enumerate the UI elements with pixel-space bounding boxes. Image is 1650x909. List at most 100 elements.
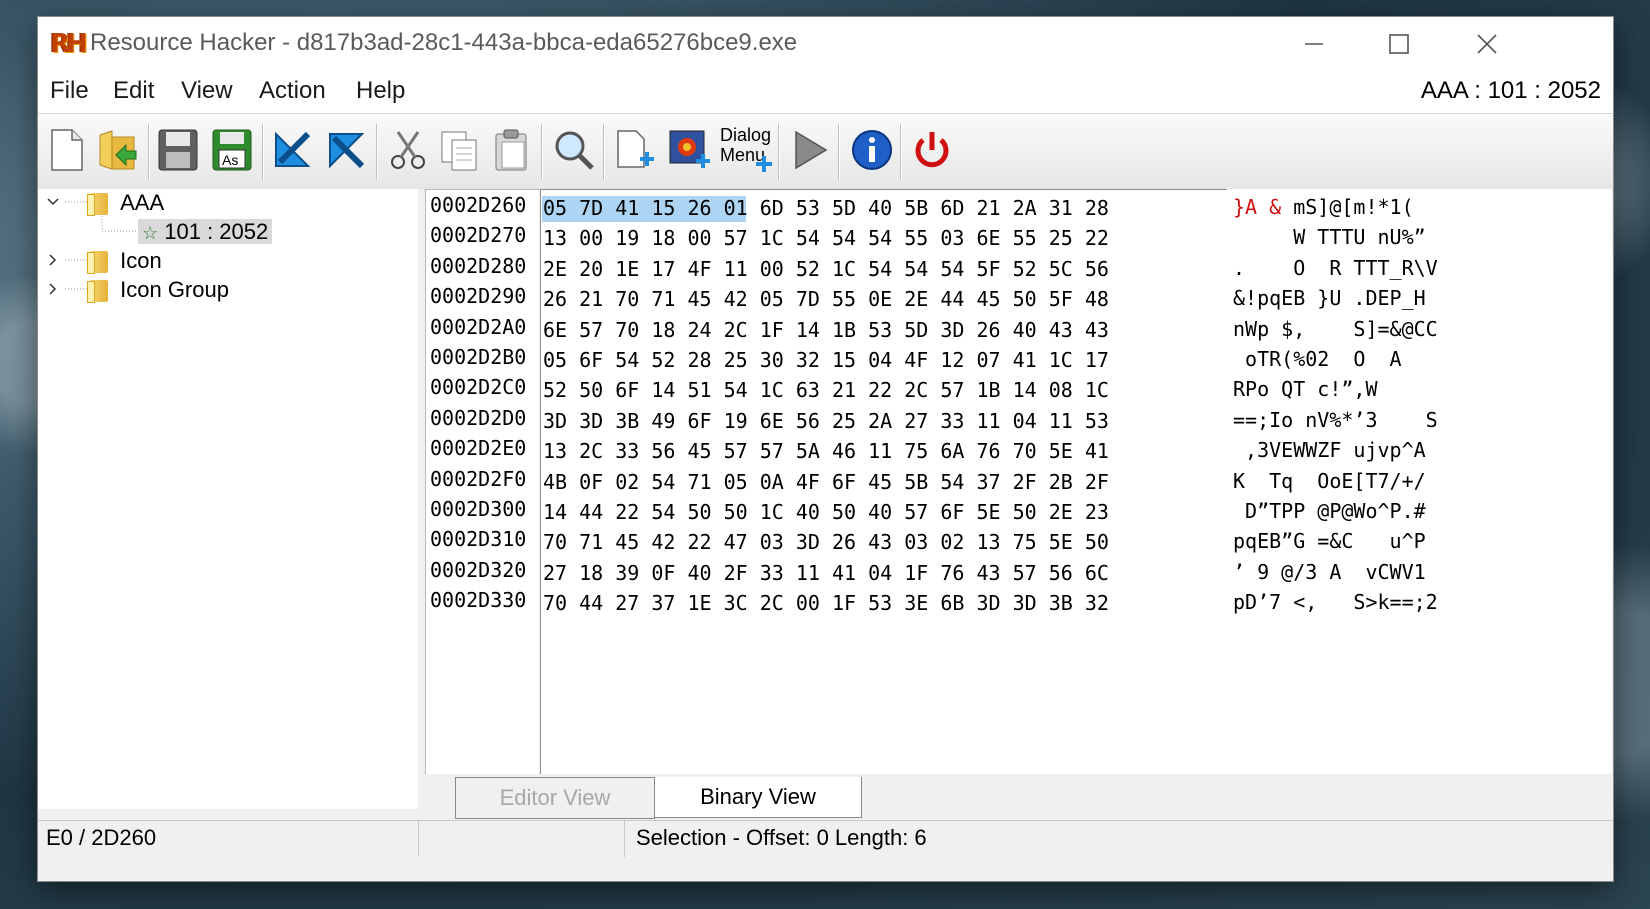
view-tabs: Editor View Binary View: [425, 774, 1612, 820]
power-button[interactable]: [906, 124, 958, 176]
hex-view[interactable]: 05 7D 41 15 26 01 6D 53 5D 40 5B 6D 21 2…: [540, 189, 1228, 776]
forward-arrow-icon: [329, 133, 365, 169]
offset-cell: 0002D2F0: [430, 466, 527, 491]
hex-row[interactable]: 13 2C 33 56 45 57 57 5A 46 11 75 6A 76 7…: [543, 436, 1109, 466]
open-button[interactable]: [92, 124, 144, 176]
dialog-menu-icon: Dialog Menu: [716, 124, 774, 176]
close-button[interactable]: [1441, 17, 1533, 71]
hex-row[interactable]: 70 71 45 42 22 47 03 3D 26 43 03 02 13 7…: [543, 527, 1109, 557]
plus-icon: [756, 156, 772, 172]
menu-view[interactable]: View: [181, 77, 233, 105]
info-button[interactable]: [846, 124, 898, 176]
toolbar: As Dialog Menu: [38, 113, 1613, 191]
ascii-line: RPo QT c!”,W: [1233, 377, 1378, 402]
back-button[interactable]: [266, 124, 318, 176]
hex-row[interactable]: 52 50 6F 14 51 54 1C 63 21 22 2C 57 1B 1…: [543, 375, 1109, 405]
copy-button[interactable]: [434, 124, 486, 176]
maximize-button[interactable]: [1353, 17, 1445, 71]
toolbar-separator: [900, 124, 901, 180]
menu-file[interactable]: File: [50, 77, 89, 105]
menu-action[interactable]: Action: [259, 77, 326, 105]
tree-item-101-2052[interactable]: ☆ 101 : 2052: [138, 218, 273, 246]
add-image-icon: [669, 130, 710, 168]
menu-bar: File Edit View Action Help AAA : 101 : 2…: [38, 71, 1613, 113]
power-icon: [915, 132, 949, 168]
hex-row[interactable]: 05 7D 41 15 26 01 6D 53 5D 40 5B 6D 21 2…: [543, 193, 1109, 223]
offset-cell: 0002D330: [430, 588, 527, 613]
toolbar-separator: [148, 124, 149, 180]
offset-cell: 0002D2D0: [430, 405, 527, 430]
hex-row[interactable]: 6E 57 70 18 24 2C 1F 14 1B 53 5D 3D 26 4…: [543, 315, 1109, 345]
toolbar-separator: [778, 124, 779, 180]
offset-cell: 0002D320: [430, 557, 527, 582]
status-bar: E0 / 2D260 Selection - Offset: 0 Length:…: [38, 820, 1613, 857]
tree-item-label: 101 : 2052: [164, 219, 269, 244]
app-window: RH Resource Hacker - d817b3ad-28c1-443a-…: [37, 16, 1614, 882]
hex-row[interactable]: 3D 3D 3B 49 6F 19 6E 56 25 2A 27 33 11 0…: [543, 406, 1109, 436]
offset-cell: 0002D260: [430, 193, 527, 217]
save-icon: [158, 129, 198, 171]
dialog-menu-button[interactable]: Dialog Menu: [716, 124, 774, 176]
toolbar-separator: [262, 124, 263, 180]
menu-help[interactable]: Help: [356, 77, 405, 105]
resource-tree: AAA ☆ 101 : 2052 Icon Icon Group: [38, 189, 419, 809]
hex-row[interactable]: 70 44 27 37 1E 3C 2C 00 1F 53 3E 6B 3D 3…: [543, 588, 1109, 618]
paste-button[interactable]: [486, 124, 538, 176]
new-button[interactable]: [40, 124, 92, 176]
hex-row[interactable]: 26 21 70 71 45 42 05 7D 55 0E 2E 44 45 5…: [543, 284, 1109, 314]
folder-icon: [87, 280, 108, 304]
status-position: E0 / 2D260: [46, 825, 157, 850]
close-icon: [1477, 34, 1497, 54]
folder-open-icon: [87, 193, 108, 217]
new-file-icon: [51, 129, 83, 171]
status-divider: [624, 821, 625, 857]
ascii-line: ==;Io nV%*’3 S: [1233, 407, 1438, 432]
hex-row[interactable]: 2E 20 1E 17 4F 11 00 52 1C 54 54 54 5F 5…: [543, 254, 1109, 284]
maximize-icon: [1389, 34, 1409, 54]
save-as-button[interactable]: As: [206, 124, 258, 176]
tree-item-selected: ☆ 101 : 2052: [138, 219, 273, 244]
ascii-line: K Tq OoE[T7/+/: [1233, 468, 1426, 493]
ascii-selected-text: }A &: [1233, 195, 1282, 219]
svg-text:As: As: [222, 152, 238, 168]
ascii-line: D”TPP @P@Wo^P.#: [1233, 499, 1426, 523]
save-button[interactable]: [152, 124, 204, 176]
menu-edit[interactable]: Edit: [113, 77, 154, 105]
run-script-button[interactable]: [784, 124, 836, 176]
status-divider: [418, 821, 419, 857]
offset-cell: 0002D2E0: [430, 436, 527, 461]
add-image-button[interactable]: [664, 124, 716, 176]
tab-editor-view[interactable]: Editor View: [455, 777, 655, 819]
ascii-line: pD’7 <, S>k==;2: [1233, 590, 1438, 615]
folder-icon: [87, 251, 108, 275]
ascii-line: W TTTU nU%”: [1233, 225, 1426, 250]
run-script-icon: [795, 130, 828, 170]
dialog-label: Dialog: [720, 125, 772, 145]
resource-id-label: AAA : 101 : 2052: [1420, 77, 1601, 104]
forward-button[interactable]: [320, 124, 372, 176]
ascii-line: ,3VEWWZF ujvp^A: [1233, 438, 1426, 463]
hex-row[interactable]: 05 6F 54 52 28 25 30 32 15 04 4F 12 07 4…: [543, 345, 1109, 375]
tree-item-icon[interactable]: Icon: [87, 247, 162, 275]
offset-cell: 0002D2C0: [430, 375, 527, 400]
tab-binary-view[interactable]: Binary View: [654, 777, 862, 818]
add-resource-button[interactable]: [610, 124, 662, 176]
offset-column: 0002D260 0002D270 0002D280 0002D290 0002D2A0…: [425, 189, 539, 776]
ascii-view[interactable]: }A & mS]@[m!*1( W TTTU nU%” . O R TTT_R\V…: [1227, 189, 1612, 774]
back-arrow-icon: [275, 131, 311, 167]
hex-row[interactable]: 4B 0F 02 54 71 05 0A 4F 6F 45 5B 54 37 2…: [543, 467, 1109, 497]
hex-row[interactable]: 13 00 19 18 00 57 1C 54 54 54 55 03 6E 5…: [543, 223, 1109, 253]
tree-item-icon-group[interactable]: Icon Group: [87, 276, 229, 304]
cut-button[interactable]: [382, 124, 434, 176]
hex-row[interactable]: 14 44 22 54 50 50 1C 40 50 40 57 6F 5E 5…: [543, 497, 1109, 527]
ascii-line: pqEB”G =&C u^P: [1233, 529, 1426, 554]
minimize-icon: [1305, 43, 1323, 45]
tree-item-label: AAA: [120, 190, 165, 215]
hex-row[interactable]: 27 18 39 0F 40 2F 33 11 41 04 1F 76 43 5…: [543, 558, 1109, 588]
search-button[interactable]: [548, 124, 600, 176]
save-as-icon: As: [212, 129, 252, 171]
minimize-button[interactable]: [1268, 17, 1360, 71]
tree-item-aaa[interactable]: AAA: [87, 189, 165, 217]
offset-cell: 0002D2B0: [430, 345, 527, 369]
pane-splitter[interactable]: [418, 189, 424, 849]
